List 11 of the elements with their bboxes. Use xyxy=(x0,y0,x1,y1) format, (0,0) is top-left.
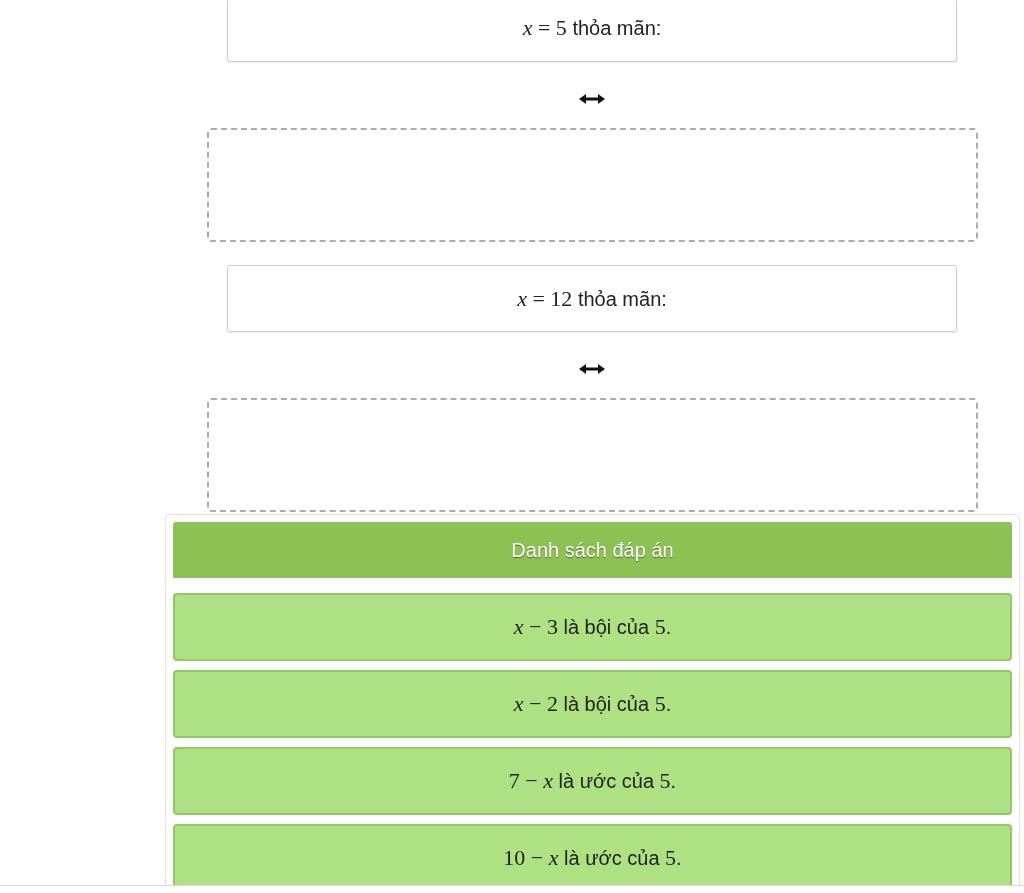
drop-zone[interactable] xyxy=(207,398,978,512)
double-arrow-icon xyxy=(579,364,605,374)
answer-option[interactable]: 7 − x là ước của 5. xyxy=(173,747,1012,815)
answer-list-header: Danh sách đáp án xyxy=(173,522,1012,578)
drop-zone[interactable] xyxy=(207,128,978,242)
answer-option[interactable]: x − 2 là bội của 5. xyxy=(173,670,1012,738)
double-arrow-icon xyxy=(579,94,605,104)
prompt-text: x = 12 thỏa mãn: xyxy=(517,285,667,312)
prompt-text: x = 5 thỏa mãn: xyxy=(522,14,662,41)
answer-option[interactable]: 10 − x là ước của 5. xyxy=(173,824,1012,885)
answer-option[interactable]: x − 3 là bội của 5. xyxy=(173,593,1012,661)
